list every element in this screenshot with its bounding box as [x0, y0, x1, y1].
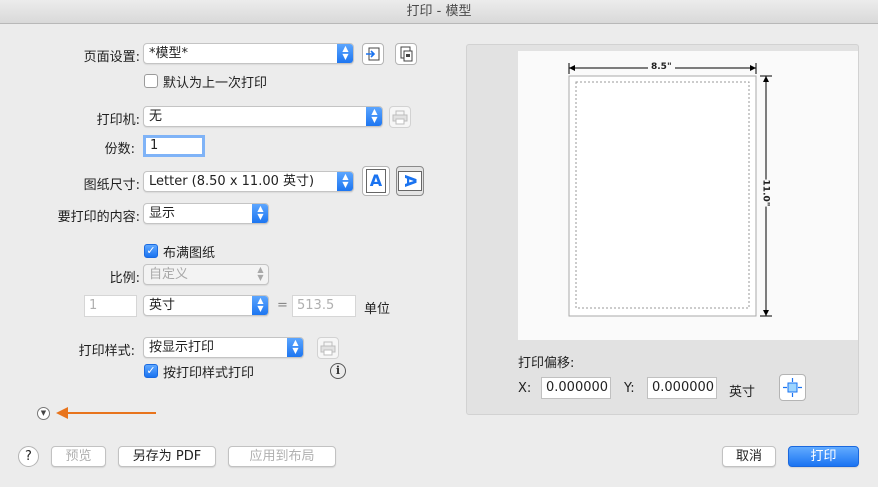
copy-page-setup-button[interactable]	[395, 43, 417, 65]
scale-unit-select[interactable]: 英寸 ▲ ▼	[143, 295, 269, 316]
copies-input[interactable]: 1	[143, 135, 205, 157]
help-button[interactable]: ?	[18, 446, 39, 467]
page-setup-select[interactable]: *模型* ▲ ▼	[143, 43, 354, 64]
window-title: 打印 - 模型	[0, 0, 878, 24]
plot-style-edit-button[interactable]	[317, 337, 339, 359]
page-setup-value: *模型*	[149, 46, 189, 61]
paper-size-label: 图纸尺寸:	[83, 178, 140, 193]
updown-arrows-icon: ▲ ▼	[257, 265, 264, 282]
printer-select[interactable]: 无 ▲ ▼	[143, 106, 383, 127]
portrait-orientation-button[interactable]: A	[362, 166, 390, 196]
cancel-button[interactable]: 取消	[722, 446, 776, 467]
updown-arrows-icon: ▲ ▼	[337, 44, 353, 63]
printer-icon	[392, 110, 408, 125]
print-what-select[interactable]: 显示 ▲ ▼	[143, 203, 269, 224]
default-last-print-checkbox[interactable]	[144, 74, 158, 88]
offset-y-label: Y:	[624, 381, 635, 396]
offset-x-label: X:	[518, 381, 532, 396]
import-page-setup-button[interactable]	[362, 43, 384, 65]
plot-style-select[interactable]: 按显示打印 ▲ ▼	[143, 337, 304, 358]
default-last-print-label: 默认为上一次打印	[163, 76, 268, 91]
preview-button[interactable]: 预览	[51, 446, 106, 467]
copy-icon	[400, 46, 413, 62]
center-icon	[783, 378, 802, 397]
print-button[interactable]: 打印	[788, 446, 859, 467]
offset-unit-label: 英寸	[729, 385, 756, 400]
plot-style-label: 打印样式:	[78, 344, 135, 359]
paper-preview	[568, 63, 772, 317]
units-label: 单位	[364, 302, 391, 317]
fit-to-paper-checkbox[interactable]: ✓	[144, 244, 158, 258]
scale-label: 比例:	[109, 271, 140, 286]
scale-value: 自定义	[149, 267, 189, 282]
print-with-styles-checkbox[interactable]: ✓	[144, 364, 158, 378]
print-what-label: 要打印的内容:	[57, 210, 140, 225]
paper-size-value: Letter (8.50 x 11.00 英寸)	[149, 174, 315, 189]
printer-properties-button[interactable]	[389, 106, 411, 128]
portrait-icon: A	[366, 169, 386, 193]
scale-select[interactable]: 自定义 ▲ ▼	[143, 264, 269, 285]
plot-style-value: 按显示打印	[149, 340, 215, 355]
updown-arrows-icon: ▲ ▼	[252, 204, 268, 223]
printer-label: 打印机:	[96, 113, 140, 128]
updown-arrows-icon: ▲ ▼	[287, 338, 303, 357]
offset-label: 打印偏移:	[518, 356, 575, 371]
apply-to-layout-button[interactable]: 应用到布局	[228, 446, 336, 467]
scale-left-input[interactable]: 1	[84, 295, 137, 317]
page-setup-label: 页面设置:	[83, 50, 140, 65]
offset-x-input[interactable]: 0.000000	[541, 377, 611, 399]
center-plot-button[interactable]	[779, 374, 806, 401]
print-with-styles-label: 按打印样式打印	[163, 366, 255, 381]
scale-unit-value: 英寸	[149, 298, 176, 313]
printer-icon	[320, 341, 336, 356]
paper-size-select[interactable]: Letter (8.50 x 11.00 英寸) ▲ ▼	[143, 171, 354, 192]
scale-right-input[interactable]: 513.5	[292, 295, 356, 317]
save-as-pdf-button[interactable]: 另存为 PDF	[118, 446, 216, 467]
printer-value: 无	[149, 109, 163, 124]
updown-arrows-icon: ▲ ▼	[252, 296, 268, 315]
arrow-annotation-icon	[56, 407, 156, 419]
paper-width-label: 8.5"	[648, 62, 675, 72]
offset-y-input[interactable]: 0.000000	[647, 377, 717, 399]
copies-label: 份数:	[104, 142, 135, 157]
info-icon[interactable]: i	[330, 363, 346, 379]
updown-arrows-icon: ▲ ▼	[366, 107, 382, 126]
landscape-icon: A	[398, 171, 422, 191]
fit-to-paper-label: 布满图纸	[163, 246, 216, 261]
expand-options-icon[interactable]: ▼	[37, 407, 50, 420]
print-what-value: 显示	[149, 206, 176, 221]
landscape-orientation-button[interactable]: A	[396, 166, 424, 196]
equals-sign: =	[277, 298, 288, 313]
updown-arrows-icon: ▲ ▼	[337, 172, 353, 191]
import-icon	[366, 47, 380, 61]
paper-height-label: 11.0"	[760, 179, 771, 207]
